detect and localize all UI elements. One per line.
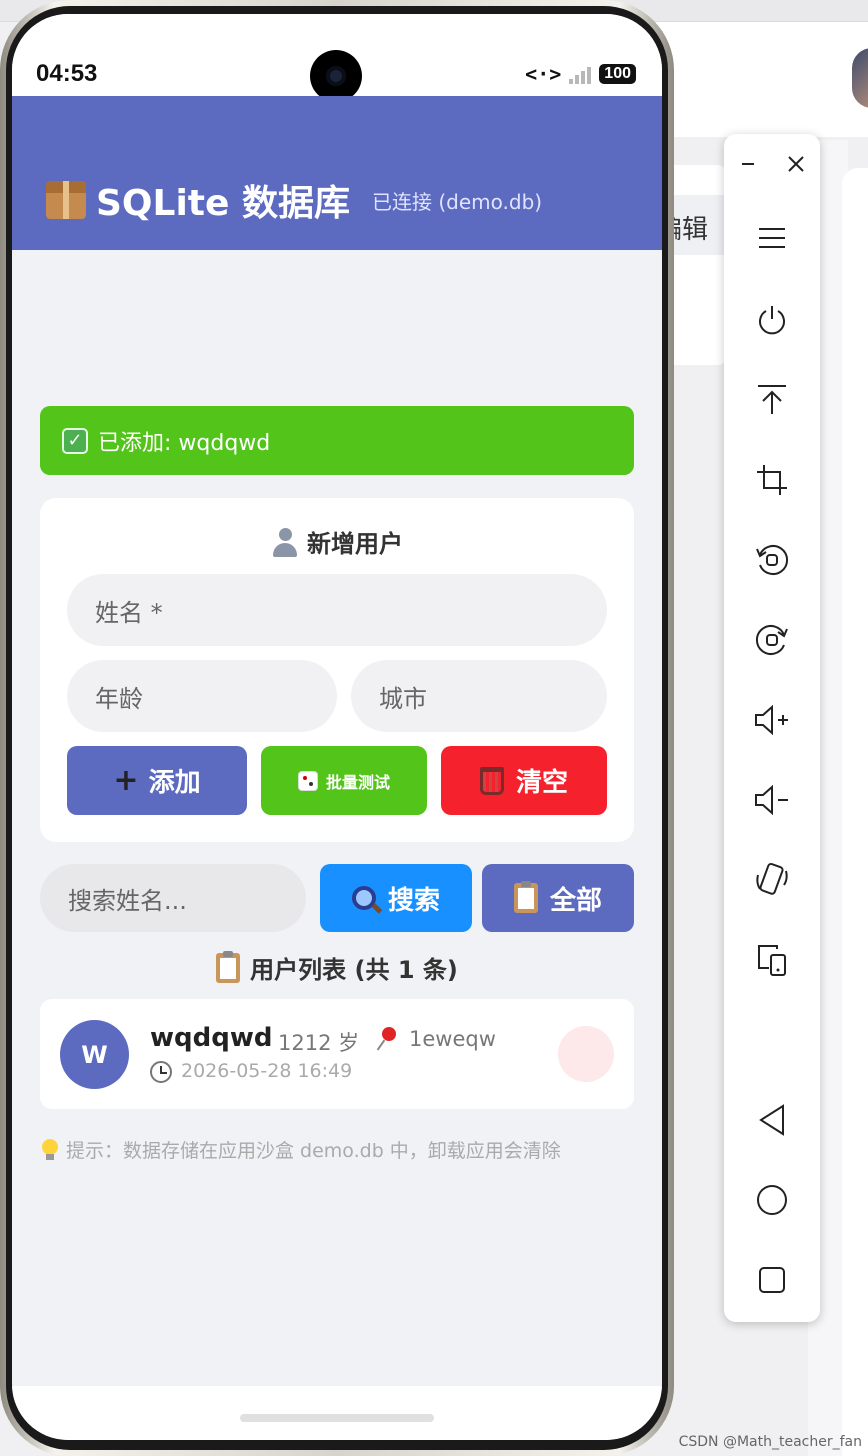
close-icon[interactable] <box>780 148 812 180</box>
tip-text: 提示：数据存储在应用沙盒 demo.db 中，卸载应用会清除 <box>66 1140 561 1162</box>
app-header: SQLite 数据库 已连接 (demo.db) <box>12 96 662 250</box>
clear-button-label: 清空 <box>515 768 568 798</box>
search-input[interactable]: 搜索姓名... <box>40 864 306 932</box>
clipboard-icon <box>513 881 538 913</box>
list-item[interactable]: W wqdqwd 1212 岁 1eweqw 2026-05-28 16:49 <box>40 999 634 1109</box>
name-input[interactable]: 姓名 * <box>67 574 607 646</box>
batch-test-button[interactable]: 批量测试 <box>261 746 427 815</box>
plus-icon: + <box>113 763 139 798</box>
storage-tip: 提示：数据存储在应用沙盒 demo.db 中，卸载应用会清除 <box>42 1136 561 1163</box>
volume-up-icon[interactable] <box>752 700 792 740</box>
home-icon[interactable] <box>752 1180 792 1220</box>
dice-icon <box>297 770 318 791</box>
person-icon <box>271 528 299 558</box>
card-title-text: 新增用户 <box>307 530 403 558</box>
package-icon <box>46 181 86 219</box>
rotate-right-icon[interactable] <box>752 620 792 660</box>
minimize-icon[interactable] <box>732 148 764 180</box>
magnifier-icon <box>351 886 376 910</box>
all-button-label: 全部 <box>549 885 602 916</box>
batch-button-label: 批量测试 <box>325 772 390 792</box>
lightbulb-icon <box>42 1138 58 1161</box>
home-indicator[interactable] <box>240 1414 434 1422</box>
multi-device-icon[interactable] <box>752 940 792 980</box>
city-input[interactable]: 城市 <box>351 660 607 732</box>
card-title: 新增用户 <box>40 524 634 559</box>
back-icon[interactable] <box>752 1100 792 1140</box>
success-toast: ✓ 已添加: wqdqwd <box>40 406 634 475</box>
user-created-time: 2026-05-28 16:49 <box>181 1060 353 1082</box>
recents-icon[interactable] <box>752 1260 792 1300</box>
volume-down-icon[interactable] <box>752 780 792 820</box>
clear-button[interactable]: 清空 <box>441 746 607 815</box>
pin-top-icon[interactable] <box>752 380 792 420</box>
list-title-text: 用户列表 (共 1 条) <box>250 956 458 984</box>
power-icon[interactable] <box>752 300 792 340</box>
shake-icon[interactable] <box>752 860 792 900</box>
phone-frame: 04:53 <·> 100 SQLite 数据库 已连接 (demo.db) ✓… <box>0 0 674 1456</box>
signal-icon <box>569 64 592 84</box>
toast-message: 已添加: wqdqwd <box>98 430 271 456</box>
user-name: wqdqwd <box>150 1023 273 1053</box>
age-input[interactable]: 年龄 <box>67 660 337 732</box>
add-button[interactable]: + 添加 <box>67 746 247 815</box>
avatar: W <box>60 1020 129 1089</box>
add-button-label: 添加 <box>148 768 201 798</box>
status-icons: <·> 100 <box>525 62 636 86</box>
add-user-card: 新增用户 姓名 * 年龄 城市 + 添加 批量测试 清空 <box>40 498 634 842</box>
clipboard-icon <box>216 951 241 983</box>
watermark: CSDN @Math_teacher_fan <box>678 1434 862 1450</box>
crop-icon[interactable] <box>752 460 792 500</box>
network-icon: <·> <box>525 62 562 86</box>
pushpin-icon <box>376 1027 398 1051</box>
check-icon: ✓ <box>62 427 88 454</box>
status-time: 04:53 <box>36 60 98 87</box>
app-title: SQLite 数据库 已连接 (demo.db) <box>46 174 542 226</box>
list-title: 用户列表 (共 1 条) <box>12 950 662 985</box>
user-city: 1eweqw <box>409 1027 496 1051</box>
background-avatar <box>852 48 868 108</box>
show-all-button[interactable]: 全部 <box>482 864 634 932</box>
battery-icon: 100 <box>599 64 636 84</box>
delete-button[interactable] <box>558 1026 614 1082</box>
front-camera <box>310 50 362 102</box>
system-nav-bar <box>12 1386 662 1440</box>
page-title: SQLite 数据库 <box>96 183 350 224</box>
menu-icon[interactable] <box>752 218 792 258</box>
background-card <box>842 168 868 1456</box>
clock-icon <box>150 1061 172 1083</box>
connection-status: 已连接 (demo.db) <box>371 189 543 214</box>
search-button-label: 搜索 <box>387 885 440 916</box>
user-age: 1212 岁 <box>278 1031 360 1055</box>
rotate-left-icon[interactable] <box>752 540 792 580</box>
status-bar: 04:53 <·> 100 <box>12 14 662 102</box>
trash-icon <box>479 766 504 795</box>
emulator-toolbar <box>724 134 820 1322</box>
search-button[interactable]: 搜索 <box>320 864 472 932</box>
phone-screen: 04:53 <·> 100 SQLite 数据库 已连接 (demo.db) ✓… <box>12 14 662 1440</box>
